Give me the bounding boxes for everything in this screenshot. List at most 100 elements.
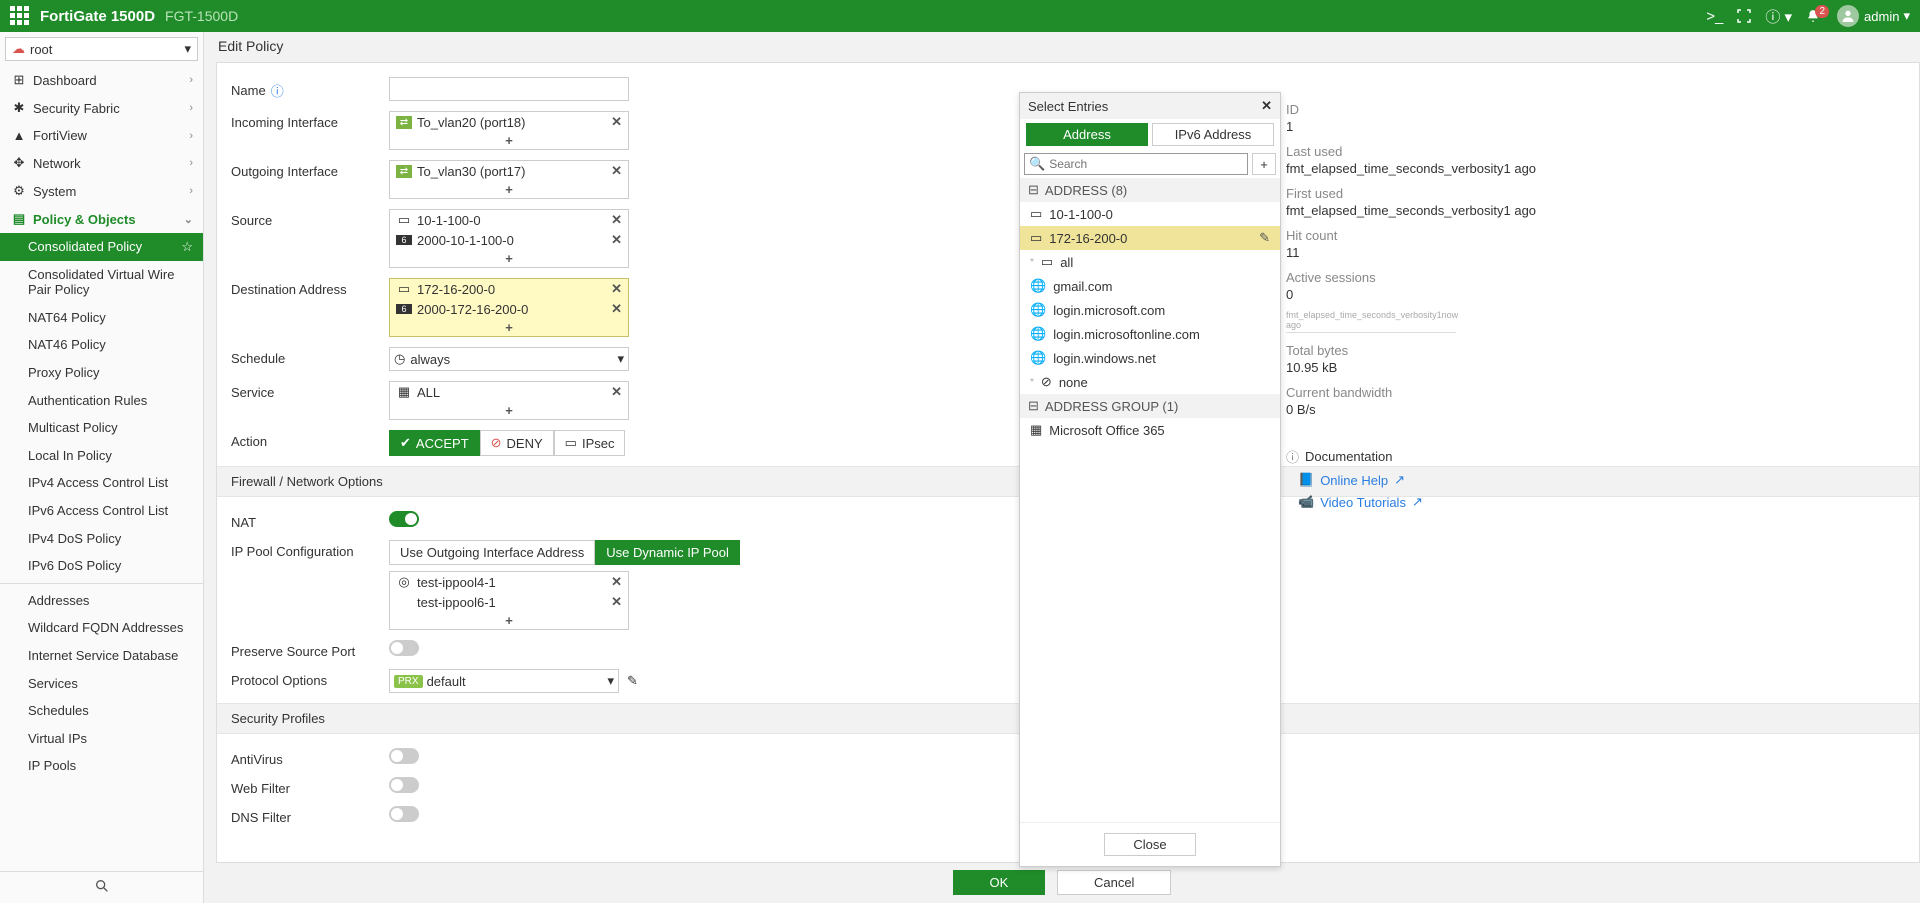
sidebar-item-multicast-policy[interactable]: Multicast Policy	[0, 414, 203, 442]
popup-item-microsoft-office-365[interactable]: ▦Microsoft Office 365	[1020, 418, 1280, 442]
incoming-label: Incoming Interface	[231, 115, 338, 130]
ippool-box[interactable]: ◎test-ippool4-1✕ test-ippool6-1✕ +	[389, 571, 629, 630]
info-icon[interactable]: ⓘ	[271, 81, 284, 100]
popup-item-login-windows-net[interactable]: 🌐login.windows.net	[1020, 346, 1280, 370]
sidebar-item-ipv-access-control-list[interactable]: IPv6 Access Control List	[0, 497, 203, 525]
schedule-select[interactable]: ◷ always ▾	[389, 347, 629, 371]
popup-search-input[interactable]	[1049, 157, 1243, 171]
remove-icon[interactable]: ✕	[611, 594, 622, 610]
popup-item-10-1-100-0[interactable]: ▭10-1-100-0	[1020, 202, 1280, 226]
popup-item-172-16-200-0[interactable]: ▭172-16-200-0✎	[1020, 226, 1280, 250]
video-tutorials-link[interactable]: 📹 Video Tutorials ↗	[1298, 494, 1566, 510]
popup-item-none[interactable]: *⊘none	[1020, 370, 1280, 394]
nav-item-security-fabric[interactable]: ✱Security Fabric›	[0, 94, 203, 122]
cancel-button[interactable]: Cancel	[1057, 870, 1171, 895]
nat-toggle[interactable]	[389, 511, 419, 527]
sidebar-item-proxy-policy[interactable]: Proxy Policy	[0, 359, 203, 387]
service-box[interactable]: ▦ALL✕ +	[389, 381, 629, 420]
use-outgoing-address-button[interactable]: Use Outgoing Interface Address	[389, 540, 595, 565]
sidebar-item-consolidated-virtual-wire-pair-policy[interactable]: Consolidated Virtual Wire Pair Policy	[0, 261, 203, 304]
online-help-link[interactable]: 📘 Online Help ↗	[1298, 472, 1566, 488]
antivirus-toggle[interactable]	[389, 748, 419, 764]
nav-item-dashboard[interactable]: ⊞Dashboard›	[0, 66, 203, 94]
address-icon: ▭	[396, 212, 412, 228]
notification-bell-icon[interactable]: 2	[1806, 9, 1820, 23]
popup-item-gmail-com[interactable]: 🌐gmail.com	[1020, 274, 1280, 298]
close-popup-icon[interactable]: ✕	[1261, 98, 1272, 114]
admin-name[interactable]: admin	[1864, 9, 1899, 24]
ipsec-button[interactable]: ▭IPsec	[554, 430, 626, 456]
sidebar-item-ipv-access-control-list[interactable]: IPv4 Access Control List	[0, 469, 203, 497]
popup-item-login-microsoft-com[interactable]: 🌐login.microsoft.com	[1020, 298, 1280, 322]
address-grp-header[interactable]: ⊟ ADDRESS GROUP (1)	[1020, 394, 1280, 418]
accept-button[interactable]: ✔ACCEPT	[389, 430, 480, 456]
sidebar-search-icon[interactable]	[0, 871, 203, 903]
name-input[interactable]	[389, 77, 629, 101]
model-name: FGT-1500D	[165, 8, 238, 24]
remove-icon[interactable]: ✕	[611, 384, 622, 400]
ok-button[interactable]: OK	[953, 870, 1046, 895]
sidebar-item-ipv-dos-policy[interactable]: IPv4 DoS Policy	[0, 525, 203, 553]
outgoing-interface-box[interactable]: ⇄ To_vlan30 (port17) ✕ +	[389, 160, 629, 199]
fortinet-logo-icon	[10, 5, 32, 27]
admin-menu-caret-icon[interactable]: ▾	[1903, 8, 1910, 24]
popup-item-all[interactable]: *▭all	[1020, 250, 1280, 274]
sidebar-item-ipv-dos-policy[interactable]: IPv6 DoS Policy	[0, 552, 203, 580]
sidebar-item-services[interactable]: Services	[0, 670, 203, 698]
add-incoming-button[interactable]: +	[390, 132, 628, 149]
popup-close-button[interactable]: Close	[1104, 833, 1195, 856]
avatar-icon[interactable]	[1837, 5, 1859, 27]
remove-icon[interactable]: ✕	[611, 163, 622, 179]
sidebar-item-local-in-policy[interactable]: Local In Policy	[0, 442, 203, 470]
sidebar-item-addresses[interactable]: Addresses	[0, 587, 203, 615]
edit-icon[interactable]: ✎	[1259, 230, 1270, 246]
nav-item-system[interactable]: ⚙System›	[0, 177, 203, 205]
tab-address[interactable]: Address	[1026, 123, 1148, 146]
add-source-button[interactable]: +	[390, 250, 628, 267]
collapse-icon: ⊟	[1028, 182, 1039, 198]
remove-icon[interactable]: ✕	[611, 281, 622, 297]
help-icon[interactable]: ⓘ ▾	[1765, 6, 1792, 27]
edit-protocol-icon[interactable]: ✎	[627, 673, 638, 689]
star-icon[interactable]: ☆	[181, 239, 193, 255]
webfilter-toggle[interactable]	[389, 777, 419, 793]
nav-item-policy-objects[interactable]: ▤Policy & Objects⌄	[0, 205, 203, 233]
remove-icon[interactable]: ✕	[611, 114, 622, 130]
sidebar-item-wildcard-fqdn-addresses[interactable]: Wildcard FQDN Addresses	[0, 614, 203, 642]
remove-icon[interactable]: ✕	[611, 232, 622, 248]
sidebar-item-virtual-ips[interactable]: Virtual IPs	[0, 725, 203, 753]
vdom-selector[interactable]: ☁ root ▾	[5, 37, 198, 61]
add-destination-button[interactable]: +	[390, 319, 628, 336]
nav-item-network[interactable]: ✥Network›	[0, 149, 203, 177]
source-box[interactable]: ▭10-1-100-0✕ 62000-10-1-100-0✕ +	[389, 209, 629, 268]
remove-icon[interactable]: ✕	[611, 574, 622, 590]
sidebar-item-nat-policy[interactable]: NAT46 Policy	[0, 331, 203, 359]
sidebar-item-nat-policy[interactable]: NAT64 Policy	[0, 304, 203, 332]
destination-box[interactable]: ▭172-16-200-0✕ 62000-172-16-200-0✕ +	[389, 278, 629, 337]
sidebar-item-ip-pools[interactable]: IP Pools	[0, 752, 203, 780]
add-ippool-button[interactable]: +	[390, 612, 628, 629]
tab-ipv6-address[interactable]: IPv6 Address	[1152, 123, 1274, 146]
add-outgoing-button[interactable]: +	[390, 181, 628, 198]
sidebar-item-consolidated-policy[interactable]: Consolidated Policy☆	[0, 233, 203, 261]
popup-search-box[interactable]: 🔍	[1024, 153, 1248, 175]
remove-icon[interactable]: ✕	[611, 212, 622, 228]
cli-icon[interactable]: >_	[1706, 8, 1723, 25]
add-service-button[interactable]: +	[390, 402, 628, 419]
remove-icon[interactable]: ✕	[611, 301, 622, 317]
address-group-header[interactable]: ⊟ ADDRESS (8)	[1020, 178, 1280, 202]
incoming-interface-box[interactable]: ⇄ To_vlan20 (port18) ✕ +	[389, 111, 629, 150]
fullscreen-icon[interactable]	[1737, 9, 1751, 23]
sidebar-item-internet-service-database[interactable]: Internet Service Database	[0, 642, 203, 670]
protocol-select[interactable]: PRX default ▾	[389, 669, 619, 693]
sidebar-item-authentication-rules[interactable]: Authentication Rules	[0, 387, 203, 415]
preserve-port-toggle[interactable]	[389, 640, 419, 656]
popup-add-button[interactable]: +	[1252, 153, 1276, 175]
use-dynamic-pool-button[interactable]: Use Dynamic IP Pool	[595, 540, 740, 565]
sidebar-item-schedules[interactable]: Schedules	[0, 697, 203, 725]
deny-button[interactable]: ⊘DENY	[480, 430, 554, 456]
dnsfilter-toggle[interactable]	[389, 806, 419, 822]
popup-item-login-microsoftonline-com[interactable]: 🌐login.microsoftonline.com	[1020, 322, 1280, 346]
nav-item-fortiview[interactable]: ▲FortiView›	[0, 122, 203, 149]
schedule-icon: ◷	[394, 351, 405, 367]
